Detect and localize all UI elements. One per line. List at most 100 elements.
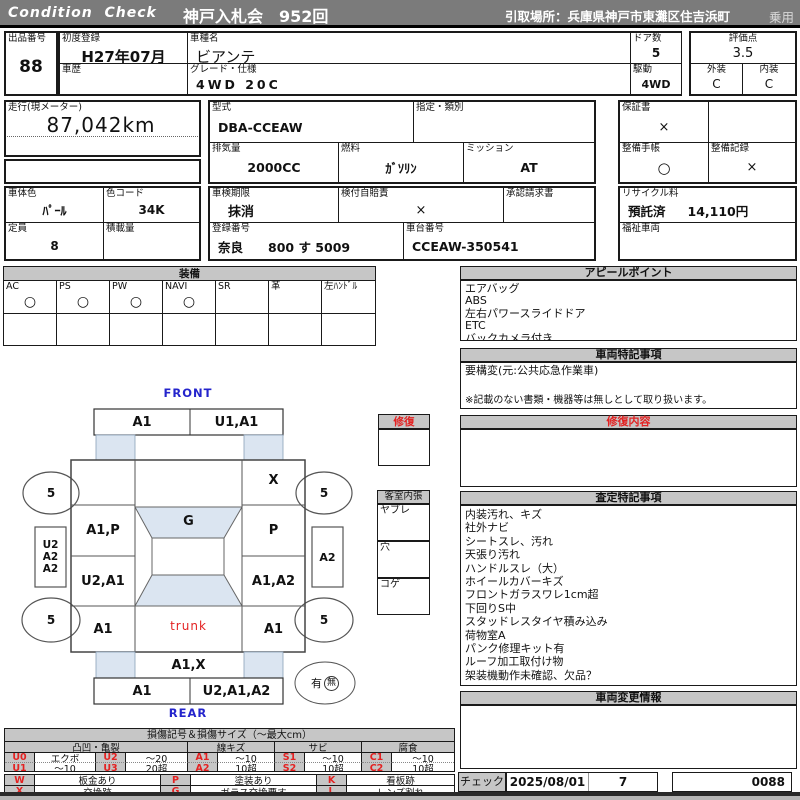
text-line: ETC <box>465 319 486 333</box>
inspection-cell: 車検期限 抹消 <box>210 188 339 223</box>
history-label: 車歴 <box>62 64 82 75</box>
documents-table: 保証書 × 整備手帳 ○ 整備記録 × <box>618 100 797 184</box>
legend-desc: ～10 <box>392 753 454 763</box>
recycle-fee: 14,110円 <box>687 203 749 219</box>
spare-present-label: 有 <box>311 677 322 690</box>
legend-desc: 板金あり <box>35 775 161 786</box>
transmission-label: ミッション <box>466 143 514 154</box>
color-code-label: 色コード <box>106 188 145 199</box>
check-date: 2025/08/01 <box>507 773 589 791</box>
doors-label: ドア数 <box>633 33 662 44</box>
mileage-box: 走行(現メーター) 87,042km <box>4 100 201 157</box>
equipment-empty-row <box>110 314 163 345</box>
maintenance-record-cell: 整備記録 × <box>709 143 795 182</box>
legend-desc: エクボ <box>35 753 96 763</box>
text-line: ルーフ加工取付け物 <box>465 655 564 669</box>
legend-table: 損傷記号＆損傷サイズ（～最大cm） 凸凹・亀裂 線キズ サビ 腐食 U0 エクボ… <box>4 728 455 772</box>
welfare-cell: 福祉車両 <box>620 223 795 259</box>
equipment-label-pw: PW <box>112 281 128 292</box>
front-bumper-right-mark: U1,A1 <box>214 414 259 430</box>
history-cell: 車歴 <box>60 64 188 94</box>
load-value <box>104 236 199 260</box>
lot-label: 出品番号 <box>8 33 47 44</box>
left-mirror-line: A2 <box>42 563 59 575</box>
text-line: バックカメラ付き <box>465 331 553 341</box>
equipment-mark-ac: ○ <box>23 294 37 311</box>
repair-mini-box <box>378 429 430 466</box>
special-notes-panel: 要構変(元:公共応急作業車) ※記載のない書類・機器等は無しとして取り扱います。 <box>460 362 797 409</box>
equipment-mark-leather <box>269 294 321 314</box>
recycle-status: 預託済 <box>628 203 666 219</box>
front-label: FRONT <box>163 385 213 400</box>
equipment-label-ac: AC <box>6 281 19 292</box>
right-mirror-mark: A2 <box>319 550 336 564</box>
chassis-cell: 車台番号 CCEAW-350541 <box>404 223 594 259</box>
welfare-value <box>620 236 795 260</box>
grade-label: グレード・仕様 <box>190 64 257 75</box>
text-line: 要構変(元:公共応急作業車) <box>465 364 599 377</box>
check-box: 2025/08/01 7 <box>506 772 658 792</box>
main-info-table: 初度登録 H27年07月 車種名 ビアンテ ドア数 5 車歴 グレード・仕様 4… <box>58 31 682 96</box>
warranty-label: 保証書 <box>622 102 651 113</box>
transmission-cell: ミッション AT <box>464 143 594 182</box>
inspection-label: 車検期限 <box>212 188 251 199</box>
displacement-value: 2000CC <box>247 160 301 176</box>
header-bar: Condition Check 神戸入札会 952回 引取場所：兵庫県神戸市東灘… <box>0 0 800 28</box>
fuel-label: 燃料 <box>341 143 361 154</box>
bottom-margin <box>0 796 800 800</box>
cabin-row-hole: 穴 <box>377 541 430 578</box>
cabin-row-tear: ヤブレ <box>377 504 430 541</box>
color-table: 車体色 ﾊﾟｰﾙ 色コード 34K 定員 8 積載量 <box>4 186 201 261</box>
text-line: スタッドレスタイヤ積み込み <box>465 615 608 629</box>
model-code-value: DBA-CCEAW <box>218 119 303 135</box>
right-front-door-mark: P <box>268 523 279 538</box>
text-line: 荷物室A <box>465 628 506 642</box>
fuel-value: ｶﾞｿﾘﾝ <box>385 161 417 177</box>
displacement-cell: 排気量 2000CC <box>210 143 339 182</box>
special-notes-title: 車両特記事項 <box>460 348 797 362</box>
doors-value: 5 <box>651 46 661 61</box>
cabin-title: 客室内張 <box>377 490 430 504</box>
legend-group-corrosion: 腐食 <box>362 742 454 753</box>
legend-code: U3 <box>96 763 126 771</box>
score-value: 3.5 <box>732 45 754 61</box>
exterior-cell: 外装 C <box>691 64 743 94</box>
doors-cell: ドア数 5 <box>631 33 681 64</box>
windshield-mark: G <box>183 513 194 529</box>
legend-desc: 塗装あり <box>191 775 317 786</box>
legend-code: S2 <box>275 763 305 771</box>
auction-sheet: Condition Check 神戸入札会 952回 引取場所：兵庫県神戸市東灘… <box>0 0 800 800</box>
equipment-empty-row <box>57 314 110 345</box>
lot-box: 出品番号 88 <box>4 31 58 96</box>
check-label: チェック <box>458 772 506 792</box>
first-registration-cell: 初度登録 H27年07月 <box>60 33 188 64</box>
text-line: シートスレ、汚れ <box>465 534 553 548</box>
equipment-cell-ps: PS ○ <box>57 281 110 314</box>
interior-value: C <box>764 77 774 92</box>
welfare-label: 福祉車両 <box>622 223 661 234</box>
grade-value: 4WD 20C <box>196 76 281 92</box>
text-line: ハンドルスレ（大） <box>465 561 564 575</box>
legend-code: U0 <box>5 753 35 763</box>
front-bumper-left-mark: A1 <box>132 414 152 430</box>
mileage-extra-box <box>4 159 201 184</box>
capacity-cell: 定員 8 <box>6 223 104 259</box>
load-label: 積載量 <box>106 223 135 234</box>
history-value <box>60 77 187 95</box>
equipment-mark-pw: ○ <box>129 294 143 311</box>
inspection-table: 車検期限 抹消 検付自賠責 × 承認請求書 登録番号 奈良 800 す 5009… <box>208 186 596 261</box>
equipment-label-ps: PS <box>59 281 71 292</box>
transmission-value: AT <box>520 160 538 176</box>
drive-cell: 駆動 4WD <box>631 64 681 94</box>
approval-cell: 承認請求書 <box>504 188 594 223</box>
designation-cell: 指定・類別 <box>414 102 594 143</box>
legend-code: U1 <box>5 763 35 771</box>
capacity-label: 定員 <box>8 223 28 234</box>
maintenance-book-label: 整備手帳 <box>622 143 661 154</box>
recycle-label: リサイクル料 <box>622 188 679 199</box>
maintenance-record-label: 整備記録 <box>711 143 750 154</box>
recycle-cell: リサイクル料 預託済 14,110円 <box>620 188 795 223</box>
left-rear-door-mark: U2,A1 <box>81 573 125 589</box>
equipment-mark-sr <box>216 294 268 314</box>
score-table: 評価点 3.5 外装 C 内装 C <box>689 31 797 96</box>
